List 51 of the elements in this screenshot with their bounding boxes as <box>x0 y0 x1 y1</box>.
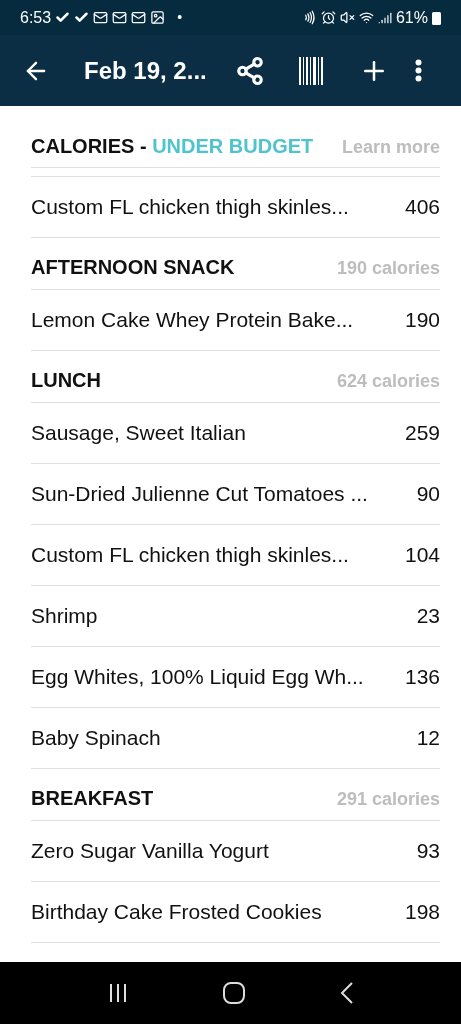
share-icon <box>234 55 265 86</box>
check-icon <box>74 10 90 25</box>
barcode-icon <box>298 56 323 85</box>
calorie-count: 259 <box>404 420 440 447</box>
meal-total: 291 calories <box>336 788 440 811</box>
status-time: 6:53 <box>20 7 52 28</box>
calorie-count: 23 <box>416 603 440 630</box>
alarm-icon <box>320 10 336 25</box>
mail-icon <box>112 10 128 25</box>
back-nav-icon[interactable] <box>339 982 354 1004</box>
calorie-count: 12 <box>416 725 440 752</box>
food-name[interactable]: Zero Sugar Vanilla Yogurt <box>31 835 269 867</box>
food-name[interactable]: Lemon Cake Whey Protein Bake... <box>31 304 354 336</box>
notification-dot: • <box>177 8 183 27</box>
calorie-count: 136 <box>404 664 440 691</box>
food-name[interactable]: Sausage, Sweet Italian <box>31 417 246 449</box>
meal-title: AFTERNOON SNACK <box>31 255 235 280</box>
mute-icon <box>339 10 355 25</box>
calorie-count: 406 <box>404 194 440 221</box>
food-name[interactable]: Shrimp <box>31 600 98 632</box>
recent-apps-icon[interactable] <box>107 983 128 1003</box>
home-icon[interactable] <box>222 982 245 1004</box>
calorie-count: 93 <box>416 838 440 865</box>
calorie-count: 190 <box>404 307 440 334</box>
calorie-count: 90 <box>416 481 440 508</box>
share-button[interactable] <box>234 55 265 86</box>
signal-icon <box>377 10 392 25</box>
more-icon <box>414 59 422 82</box>
meal-title: LUNCH <box>31 368 101 393</box>
image-icon <box>150 10 166 25</box>
date-title[interactable]: Feb 19, 2... <box>84 52 207 89</box>
meal-total: 624 calories <box>336 370 440 393</box>
battery-icon <box>432 10 441 25</box>
food-name[interactable]: Custom FL chicken thigh skinles... <box>31 539 349 571</box>
check-icon <box>55 10 71 25</box>
mail-icon <box>93 10 109 25</box>
barcode-button[interactable] <box>298 56 323 85</box>
meal-total: 190 calories <box>336 257 440 280</box>
calorie-status: CALORIES - UNDER BUDGET <box>31 134 314 159</box>
calorie-count: 104 <box>404 542 440 569</box>
calorie-count: 198 <box>404 899 440 926</box>
meal-title: BREAKFAST <box>31 786 154 811</box>
food-name[interactable]: Baby Spinach <box>31 722 161 754</box>
battery-level: 61% <box>395 7 428 28</box>
food-name[interactable]: Egg Whites, 100% Liquid Egg Wh... <box>31 661 364 693</box>
more-button[interactable] <box>414 59 422 82</box>
mail-icon <box>131 10 147 25</box>
wifi-icon <box>358 10 374 25</box>
food-name[interactable]: Custom FL chicken thigh skinles... <box>31 191 349 223</box>
food-name[interactable]: Birthday Cake Frosted Cookies <box>31 896 322 928</box>
food-name[interactable]: Sun-Dried Julienne Cut Tomatoes ... <box>31 478 368 510</box>
